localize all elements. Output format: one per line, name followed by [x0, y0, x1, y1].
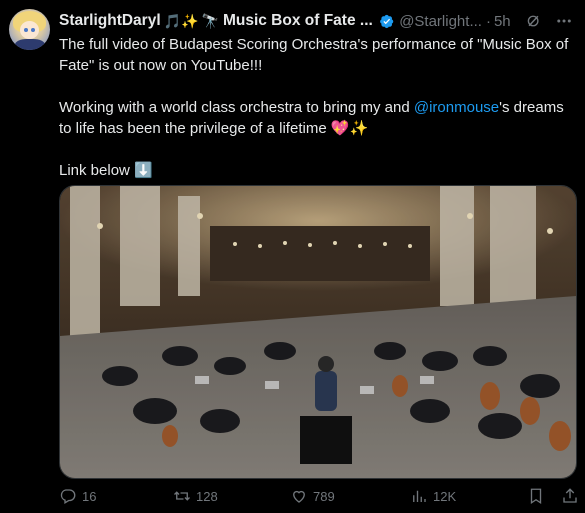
repost-icon	[174, 491, 190, 501]
tweet-line-1: The full video of Budapest Scoring Orche…	[59, 36, 569, 74]
avatar-body	[15, 39, 45, 50]
share-icon	[563, 488, 577, 503]
timestamp[interactable]: 5h	[494, 13, 511, 30]
avatar[interactable]	[9, 9, 50, 50]
tweet-header: StarlightDaryl 🎵✨ 🔭 Music Box of Fate ..…	[59, 11, 573, 31]
bookmark-button[interactable]	[527, 487, 550, 505]
grok-icon[interactable]	[525, 12, 541, 30]
repost-button[interactable]: 128	[173, 487, 218, 505]
like-count: 789	[313, 488, 335, 504]
tweet-text: The full video of Budapest Scoring Orche…	[59, 34, 579, 181]
heart-icon	[293, 490, 305, 503]
view-count: 12K	[433, 488, 457, 504]
bookmark-icon	[530, 488, 542, 505]
reply-icon	[60, 489, 76, 504]
mention-link[interactable]: @ironmouse	[414, 99, 499, 116]
reply-button[interactable]: 16	[59, 487, 96, 505]
music-notes-icon: 🎵✨	[163, 12, 199, 29]
share-button[interactable]	[561, 487, 584, 505]
orchestra-photo	[60, 186, 576, 478]
display-name[interactable]: StarlightDaryl	[59, 12, 161, 30]
views-button[interactable]: 12K	[410, 487, 456, 505]
analytics-icon	[413, 490, 426, 502]
telescope-icon: 🔭	[201, 12, 219, 29]
more-options-icon[interactable]	[555, 12, 573, 30]
tweet-actions: 16 128 789 12K	[59, 487, 579, 509]
author-handle[interactable]: @Starlight...	[399, 13, 482, 30]
avatar-eye	[31, 28, 35, 32]
tweet-line-2-start: Working with a world class orchestra to …	[59, 99, 414, 116]
avatar-eye	[24, 28, 28, 32]
avatar-face	[20, 21, 39, 39]
tweet-line-3: Link below ⬇️	[59, 162, 153, 179]
reply-count: 16	[82, 488, 97, 504]
like-button[interactable]: 789	[290, 487, 335, 505]
display-name-suffix[interactable]: Music Box of Fate ...	[223, 12, 373, 30]
repost-count: 128	[196, 488, 218, 504]
verified-badge-icon[interactable]	[379, 13, 394, 30]
tweet-line-2: Working with a world class orchestra to …	[59, 97, 579, 139]
separator-dot: ·	[485, 12, 491, 30]
video-thumbnail[interactable]	[59, 185, 577, 479]
